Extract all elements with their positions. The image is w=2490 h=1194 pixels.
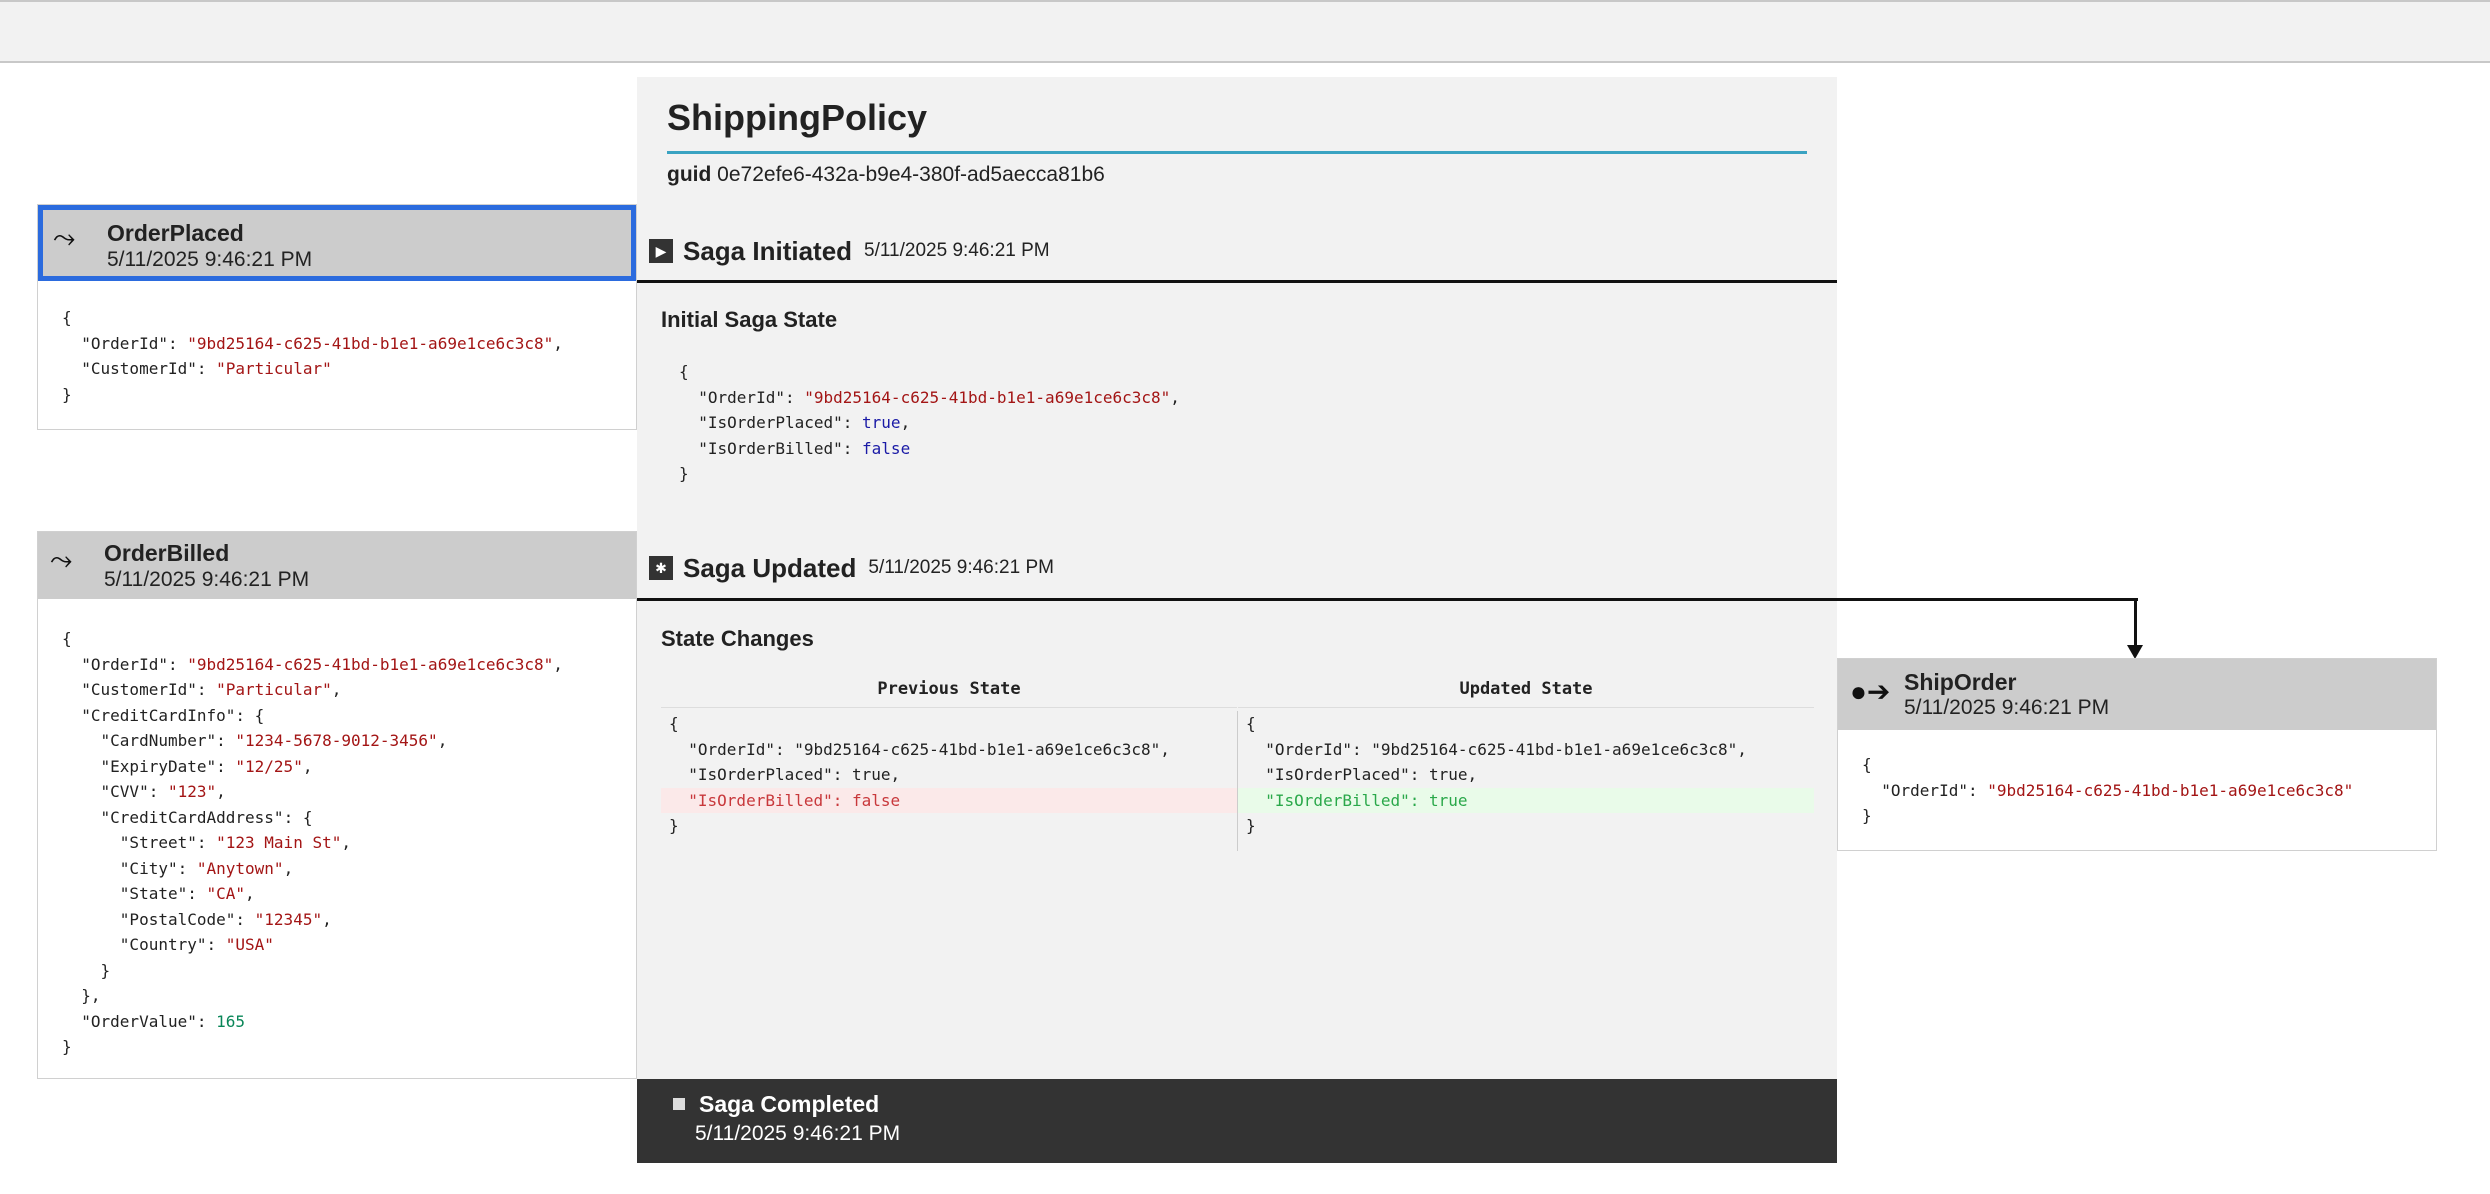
diff-line-removed: "IsOrderBilled": false [661,787,1237,813]
order-billed-json: { "OrderId": "9bd25164-c625-41bd-b1e1-a6… [62,629,563,1056]
order-billed-header[interactable]: ⤳ OrderBilled 5/11/2025 9:46:21 PM [38,532,636,599]
play-icon: ▶ [649,239,673,263]
diff-line: "IsOrderPlaced": true, [1246,765,1478,784]
title-divider [667,151,1807,154]
saga-initiated-header: ▶ Saga Initiated 5/11/2025 9:46:21 PM [649,236,1050,266]
saga-title: ShippingPolicy [667,97,928,138]
order-billed-card[interactable]: ⤳ OrderBilled 5/11/2025 9:46:21 PM { "Or… [37,531,637,1079]
previous-state-column: Previous State { "OrderId": "9bd25164-c6… [661,671,1237,835]
order-placed-json: { "OrderId": "9bd25164-c625-41bd-b1e1-a6… [62,308,563,404]
order-placed-title: OrderPlaced [107,220,244,246]
event-icon: ⤳ [50,544,73,575]
ship-order-header[interactable]: ●➔ ShipOrder 5/11/2025 9:46:21 PM [1838,659,2436,730]
diff-line: "IsOrderPlaced": true, [669,765,901,784]
connector-line-vertical [2134,598,2137,649]
saga-initiated-time: 5/11/2025 9:46:21 PM [864,240,1050,261]
updated-state-column: Updated State { "OrderId": "9bd25164-c62… [1238,671,1814,835]
diff-line: } [669,816,679,835]
saga-updated-time: 5/11/2025 9:46:21 PM [868,557,1054,578]
saga-updated-title: Saga Updated [683,552,857,583]
saga-initiated-title: Saga Initiated [683,235,853,266]
diff-line: } [1246,816,1256,835]
diff-line: { [669,714,679,733]
saga-guid: guid 0e72efe6-432a-b9e4-380f-ad5aecca81b… [667,163,1105,187]
saga-completed-title: Saga Completed [699,1091,880,1117]
diff-line-added: "IsOrderBilled": true [1238,787,1814,813]
event-icon: ⤳ [53,222,76,253]
updated-state-header: Updated State [1238,671,1814,708]
saga-panel: ShippingPolicy guid 0e72efe6-432a-b9e4-3… [637,77,1837,1079]
arrow-down-icon [2127,645,2143,659]
connector-line [1837,598,2138,601]
initial-state-json: { "OrderId": "9bd25164-c625-41bd-b1e1-a6… [679,362,1180,483]
command-icon: ●➔ [1850,676,1891,707]
top-toolbar [0,0,2490,63]
saga-completed-footer: Saga Completed 5/11/2025 9:46:21 PM [637,1079,1837,1163]
order-billed-time: 5/11/2025 9:46:21 PM [104,568,310,591]
initial-state-title: Initial Saga State [661,307,838,332]
saga-completed-time: 5/11/2025 9:46:21 PM [695,1122,901,1145]
saga-updated-header: ✱ Saga Updated 5/11/2025 9:46:21 PM [649,553,1054,583]
ship-order-time: 5/11/2025 9:46:21 PM [1904,696,2110,719]
ship-order-title: ShipOrder [1904,669,2017,695]
state-changes-title: State Changes [661,626,814,651]
guid-value: 0e72efe6-432a-b9e4-380f-ad5aecca81b6 [717,163,1105,186]
diff-line: "OrderId": "9bd25164-c625-41bd-b1e1-a69e… [1246,739,1747,759]
guid-label: guid [667,163,712,186]
ship-order-json: { "OrderId": "9bd25164-c625-41bd-b1e1-a6… [1862,755,2354,825]
diff-line: { [1246,714,1256,733]
previous-state-header: Previous State [661,671,1237,708]
order-placed-time: 5/11/2025 9:46:21 PM [107,248,313,271]
order-placed-card[interactable]: ⤳ OrderPlaced 5/11/2025 9:46:21 PM { "Or… [37,204,637,430]
stop-icon [673,1098,685,1110]
diff-line: "OrderId": "9bd25164-c625-41bd-b1e1-a69e… [669,739,1170,759]
order-billed-title: OrderBilled [104,540,230,566]
order-placed-header[interactable]: ⤳ OrderPlaced 5/11/2025 9:46:21 PM [38,205,636,281]
ship-order-card[interactable]: ●➔ ShipOrder 5/11/2025 9:46:21 PM { "Ord… [1837,658,2437,851]
asterisk-icon: ✱ [649,556,673,580]
